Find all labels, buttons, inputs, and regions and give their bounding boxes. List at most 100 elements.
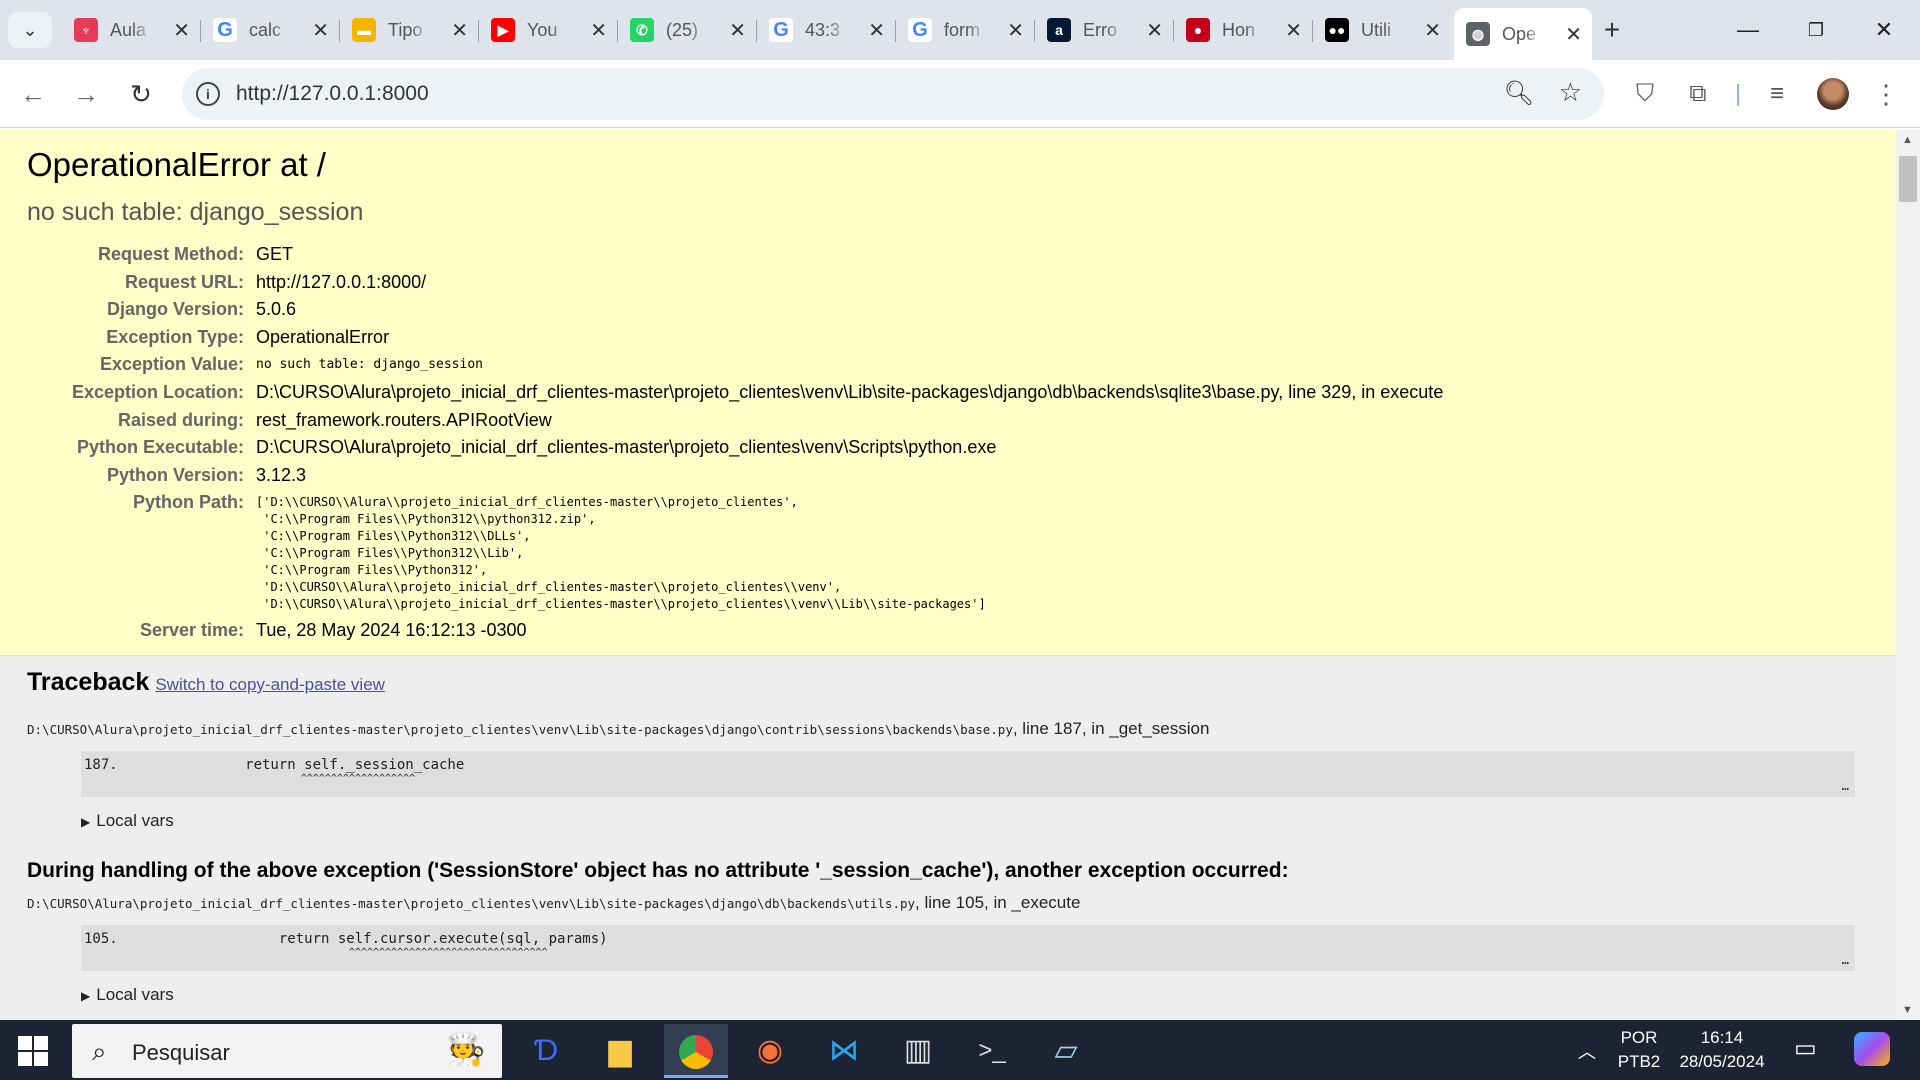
- browser-tab[interactable]: G 43:3 ✕: [757, 8, 895, 52]
- file-explorer-app-icon[interactable]: ▆: [588, 1024, 652, 1078]
- meta-value: GET: [256, 244, 294, 264]
- vscode-app-icon[interactable]: ⋈: [812, 1024, 876, 1078]
- meta-row: Request URL: http://127.0.0.1:8000/: [27, 269, 1443, 297]
- meta-row: Exception Location: D:\CURSO\Alura\projet…: [27, 379, 1443, 407]
- menu-kebab-icon[interactable]: ⋮: [1868, 76, 1904, 112]
- tab-separator: [478, 20, 479, 42]
- language-indicator[interactable]: POR PTB2: [1614, 1028, 1664, 1072]
- tab-close-icon[interactable]: ✕: [451, 18, 468, 43]
- tab-close-icon[interactable]: ✕: [590, 18, 607, 43]
- youtube-icon: ▶: [491, 18, 515, 42]
- shield-extension-icon[interactable]: ⛉: [1627, 76, 1663, 112]
- meta-row: Server time: Tue, 28 May 2024 16:12:13 -0…: [27, 617, 1443, 645]
- browser-tab[interactable]: ▶ You ✕: [479, 8, 617, 52]
- meta-row: Exception Type: OperationalError: [27, 324, 1443, 352]
- tab-close-icon[interactable]: ✕: [173, 18, 190, 43]
- meta-value: no such table: django_session: [256, 357, 483, 373]
- local-vars-toggle[interactable]: ▶ Local vars: [81, 811, 1869, 831]
- tab-close-icon[interactable]: ✕: [312, 18, 329, 43]
- meta-value: D:\CURSO\Alura\projeto_inicial_drf_clien…: [256, 437, 997, 458]
- meta-label: Request Method:: [98, 244, 244, 264]
- firefox-app-icon[interactable]: ◉: [738, 1024, 802, 1078]
- switch-view-link[interactable]: Switch to copy-and-paste view: [155, 675, 385, 694]
- page-viewport: OperationalError at / no such table: dja…: [0, 130, 1896, 1020]
- chrome-app-icon[interactable]: [664, 1024, 728, 1078]
- whatsapp-icon: ✆: [630, 18, 654, 42]
- terminal-app-icon[interactable]: >_: [960, 1024, 1024, 1078]
- browser-tab[interactable]: ♆ Aula ✕: [62, 8, 200, 52]
- error-caret: ^^^^^^^^^^^^^^^^^^^^^^^^^^^^^^^^^: [84, 947, 548, 958]
- meta-label: Request URL:: [124, 271, 244, 292]
- scroll-down-icon[interactable]: ▼: [1902, 1004, 1913, 1016]
- line-number: 187.: [84, 757, 118, 773]
- browser-tab[interactable]: ◍ Ope ✕: [1454, 8, 1592, 60]
- code-context[interactable]: 105. return self.cursor.execute(sql, par…: [81, 925, 1855, 971]
- tab-close-icon[interactable]: ✕: [1424, 18, 1441, 43]
- notepad-app-icon[interactable]: ▱: [1034, 1024, 1098, 1078]
- tab-close-icon[interactable]: ✕: [868, 18, 885, 43]
- tab-title: 43:3: [805, 19, 841, 40]
- hinge-icon: ●: [1186, 18, 1210, 42]
- library-app-icon[interactable]: ▥: [886, 1024, 950, 1078]
- meta-value: http://127.0.0.1:8000/: [256, 271, 427, 292]
- meta-row: Python Executable: D:\CURSO\Alura\projeto…: [27, 434, 1443, 462]
- minimize-button[interactable]: —: [1720, 12, 1776, 48]
- expand-context-icon[interactable]: …: [1842, 953, 1849, 967]
- tab-separator: [1034, 20, 1035, 42]
- meta-label: Exception Type:: [106, 326, 244, 347]
- page-title: OperationalError at /: [27, 146, 326, 183]
- expand-context-icon[interactable]: …: [1842, 779, 1849, 793]
- notifications-icon[interactable]: ▭: [1794, 1034, 1817, 1063]
- taskbar-search-box[interactable]: ⌕ Pesquisar 🧑‍🍳: [72, 1024, 502, 1078]
- tab-close-icon[interactable]: ✕: [1565, 22, 1582, 47]
- browser-tab[interactable]: ▬ Tipo ✕: [340, 8, 478, 52]
- google-icon: G: [213, 18, 237, 42]
- profile-avatar[interactable]: [1817, 78, 1849, 110]
- scroll-up-icon[interactable]: ▲: [1902, 134, 1913, 146]
- slides-icon: ▬: [352, 18, 376, 42]
- tab-title: Tipo: [388, 19, 423, 40]
- browser-tab[interactable]: Gcalc ✕: [201, 8, 339, 52]
- restore-button[interactable]: ❐: [1788, 12, 1844, 48]
- meta-row: Raised during: rest_framework.routers.API…: [27, 407, 1443, 435]
- address-bar[interactable]: i http://127.0.0.1:8000 🔍︎ ☆: [182, 68, 1604, 120]
- tab-close-icon[interactable]: ✕: [1146, 18, 1163, 43]
- tab-separator: [756, 20, 757, 42]
- tray-overflow-icon[interactable]: ︿: [1578, 1038, 1596, 1064]
- bookmark-star-icon[interactable]: ☆: [1559, 77, 1582, 108]
- new-tab-button[interactable]: +: [1595, 14, 1629, 48]
- disney-plus-app-icon[interactable]: Ɗ: [514, 1024, 578, 1078]
- vertical-scrollbar[interactable]: ▲ ▼: [1896, 130, 1920, 1020]
- tab-close-icon[interactable]: ✕: [1285, 18, 1302, 43]
- traceback-heading: Traceback Switch to copy-and-paste view: [27, 668, 385, 696]
- code-line: return self._session_cache: [144, 757, 465, 773]
- zoom-icon[interactable]: 🔍︎: [1504, 79, 1534, 108]
- close-window-button[interactable]: ✕: [1856, 12, 1912, 48]
- code-context[interactable]: 187. return self._session_cache ^^^^^^^^…: [81, 751, 1855, 797]
- tab-close-icon[interactable]: ✕: [729, 18, 746, 43]
- forward-button[interactable]: →: [66, 74, 106, 114]
- browser-tab[interactable]: ✆ (25) ✕: [618, 8, 756, 52]
- extensions-icon[interactable]: ⧉: [1680, 76, 1716, 112]
- browser-tab[interactable]: Gform ✕: [896, 8, 1034, 52]
- site-info-icon[interactable]: i: [196, 82, 220, 106]
- clock[interactable]: 16:14 28/05/2024: [1670, 1028, 1774, 1072]
- tab-title: form: [944, 19, 980, 40]
- copilot-icon[interactable]: [1854, 1032, 1890, 1066]
- tab-close-icon[interactable]: ✕: [1007, 18, 1024, 43]
- during-handling-message: During handling of the above exception (…: [27, 859, 1289, 882]
- browser-tab[interactable]: a Erro ✕: [1035, 8, 1173, 52]
- media-control-icon[interactable]: ≡: [1759, 76, 1795, 112]
- local-vars-toggle[interactable]: ▶ Local vars: [81, 985, 1869, 1005]
- tab-separator: [617, 20, 618, 42]
- tab-title: Aula: [110, 19, 147, 40]
- scrollbar-thumb[interactable]: [1899, 156, 1917, 202]
- back-button[interactable]: ←: [13, 74, 53, 114]
- tab-search-button[interactable]: ⌄: [8, 12, 52, 48]
- browser-tab[interactable]: ●● Utili ✕: [1313, 8, 1451, 52]
- url-text[interactable]: http://127.0.0.1:8000: [236, 82, 429, 106]
- meta-row: Python Version: 3.12.3: [27, 462, 1443, 490]
- windows-start-icon[interactable]: [18, 1036, 48, 1066]
- browser-tab[interactable]: ● Hon ✕: [1174, 8, 1312, 52]
- reload-button[interactable]: ↻: [121, 74, 161, 114]
